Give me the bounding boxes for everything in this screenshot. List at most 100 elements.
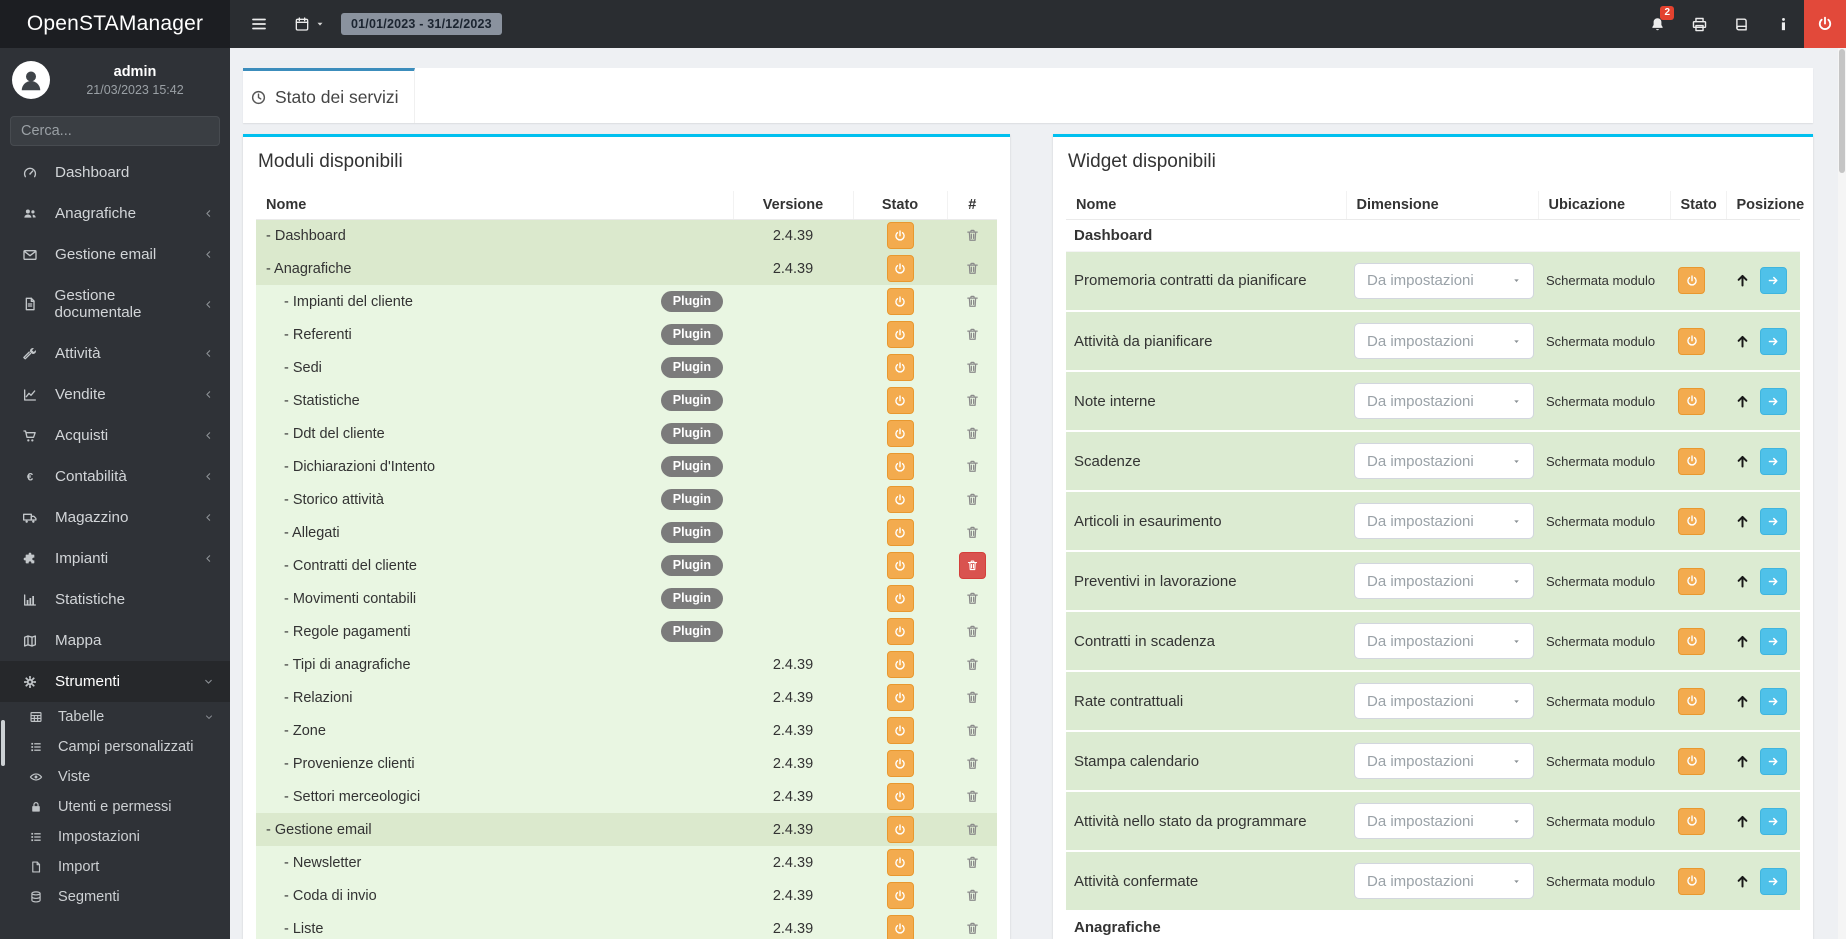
- module-status-toggle[interactable]: [886, 618, 914, 645]
- module-status-toggle[interactable]: [886, 915, 914, 939]
- module-status-toggle[interactable]: [886, 750, 914, 777]
- trash-icon[interactable]: [965, 459, 980, 474]
- sidebar-item-mappa[interactable]: Mappa: [0, 620, 230, 661]
- move-up-button[interactable]: [1734, 633, 1751, 650]
- move-to-button[interactable]: [1760, 627, 1787, 655]
- trash-icon[interactable]: [965, 624, 980, 639]
- sidebar-item-dashboard[interactable]: Dashboard: [0, 152, 230, 193]
- move-to-button[interactable]: [1760, 867, 1787, 895]
- sidebar-subitem-tabelle[interactable]: Tabelle: [0, 702, 230, 732]
- module-status-toggle[interactable]: [886, 816, 914, 843]
- trash-icon[interactable]: [965, 228, 980, 243]
- module-status-toggle[interactable]: [886, 420, 914, 447]
- widget-status-toggle[interactable]: [1678, 627, 1705, 655]
- move-to-button[interactable]: [1760, 807, 1787, 835]
- move-up-button[interactable]: [1734, 753, 1751, 770]
- notifications-button[interactable]: 2: [1636, 0, 1678, 48]
- trash-icon[interactable]: [965, 525, 980, 540]
- widget-status-toggle[interactable]: [1678, 687, 1705, 715]
- move-to-button[interactable]: [1760, 267, 1787, 295]
- module-status-toggle[interactable]: [886, 552, 914, 579]
- module-status-toggle[interactable]: [886, 585, 914, 612]
- sidebar-item-acquisti[interactable]: Acquisti: [0, 415, 230, 456]
- sidebar-item-statistiche[interactable]: Statistiche: [0, 579, 230, 620]
- info-button[interactable]: [1762, 0, 1804, 48]
- module-status-toggle[interactable]: [886, 288, 914, 315]
- dimension-select[interactable]: Da impostazioni: [1354, 863, 1534, 899]
- trash-icon[interactable]: [965, 756, 980, 771]
- trash-icon[interactable]: [965, 294, 980, 309]
- sidebar-toggle-button[interactable]: [248, 15, 270, 33]
- trash-icon[interactable]: [965, 723, 980, 738]
- dimension-select[interactable]: Da impostazioni: [1354, 623, 1534, 659]
- widget-status-toggle[interactable]: [1678, 447, 1705, 475]
- trash-icon[interactable]: [965, 492, 980, 507]
- page-scrollbar-thumb[interactable]: [1839, 49, 1845, 173]
- trash-icon[interactable]: [965, 888, 980, 903]
- dimension-select[interactable]: Da impostazioni: [1354, 443, 1534, 479]
- trash-icon[interactable]: [965, 261, 980, 276]
- date-range-badge[interactable]: 01/01/2023 - 31/12/2023: [341, 13, 502, 35]
- sidebar-subitem-import[interactable]: Import: [0, 852, 230, 882]
- move-up-button[interactable]: [1734, 393, 1751, 410]
- module-status-toggle[interactable]: [886, 222, 914, 250]
- module-status-toggle[interactable]: [886, 684, 914, 711]
- logout-button[interactable]: [1804, 0, 1846, 48]
- sidebar-item-contabilit[interactable]: € Contabilità: [0, 456, 230, 497]
- sidebar-item-strumenti[interactable]: Strumenti: [0, 661, 230, 702]
- manual-button[interactable]: [1720, 0, 1762, 48]
- module-status-toggle[interactable]: [886, 717, 914, 744]
- module-status-toggle[interactable]: [886, 882, 914, 909]
- move-up-button[interactable]: [1734, 513, 1751, 530]
- trash-icon[interactable]: [965, 855, 980, 870]
- trash-icon[interactable]: [965, 360, 980, 375]
- sidebar-subitem-segmenti[interactable]: Segmenti: [0, 882, 230, 912]
- move-to-button[interactable]: [1760, 327, 1787, 355]
- app-logo[interactable]: OpenSTAManager: [0, 0, 230, 48]
- widget-status-toggle[interactable]: [1678, 807, 1705, 835]
- move-to-button[interactable]: [1760, 747, 1787, 775]
- sidebar-item-gestione-documentale[interactable]: Gestione documentale: [0, 275, 230, 333]
- module-status-toggle[interactable]: [886, 354, 914, 381]
- print-button[interactable]: [1678, 0, 1720, 48]
- sidebar-item-gestione-email[interactable]: Gestione email: [0, 234, 230, 275]
- sidebar-subitem-campi-personalizzati[interactable]: Campi personalizzati: [0, 732, 230, 762]
- widget-status-toggle[interactable]: [1678, 567, 1705, 595]
- module-status-toggle[interactable]: [886, 849, 914, 876]
- dimension-select[interactable]: Da impostazioni: [1354, 743, 1534, 779]
- sidebar-subitem-utenti-e-permessi[interactable]: Utenti e permessi: [0, 792, 230, 822]
- move-to-button[interactable]: [1760, 387, 1787, 415]
- module-delete-button[interactable]: [958, 552, 986, 579]
- sidebar-scrollbar-thumb[interactable]: [1, 720, 5, 766]
- sidebar-item-vendite[interactable]: Vendite: [0, 374, 230, 415]
- move-up-button[interactable]: [1734, 873, 1751, 890]
- search-icon[interactable]: [218, 124, 219, 139]
- module-status-toggle[interactable]: [886, 255, 914, 282]
- trash-icon[interactable]: [965, 657, 980, 672]
- trash-icon[interactable]: [965, 393, 980, 408]
- trash-icon[interactable]: [965, 822, 980, 837]
- dimension-select[interactable]: Da impostazioni: [1354, 262, 1534, 299]
- widget-status-toggle[interactable]: [1678, 267, 1705, 295]
- widget-status-toggle[interactable]: [1678, 327, 1705, 355]
- dimension-select[interactable]: Da impostazioni: [1354, 503, 1534, 539]
- sidebar-subitem-viste[interactable]: Viste: [0, 762, 230, 792]
- trash-icon[interactable]: [965, 789, 980, 804]
- move-up-button[interactable]: [1734, 272, 1751, 289]
- sidebar-item-magazzino[interactable]: Magazzino: [0, 497, 230, 538]
- widget-status-toggle[interactable]: [1678, 867, 1705, 895]
- sidebar-item-anagrafiche[interactable]: Anagrafiche: [0, 193, 230, 234]
- calendar-menu-button[interactable]: [294, 16, 325, 32]
- page-scrollbar[interactable]: [1838, 48, 1846, 939]
- module-status-toggle[interactable]: [886, 519, 914, 546]
- trash-icon[interactable]: [965, 591, 980, 606]
- trash-icon[interactable]: [965, 690, 980, 705]
- dimension-select[interactable]: Da impostazioni: [1354, 803, 1534, 839]
- move-to-button[interactable]: [1760, 687, 1787, 715]
- dimension-select[interactable]: Da impostazioni: [1354, 683, 1534, 719]
- module-status-toggle[interactable]: [886, 387, 914, 414]
- move-up-button[interactable]: [1734, 573, 1751, 590]
- widget-status-toggle[interactable]: [1678, 507, 1705, 535]
- trash-icon[interactable]: [965, 426, 980, 441]
- widget-status-toggle[interactable]: [1678, 747, 1705, 775]
